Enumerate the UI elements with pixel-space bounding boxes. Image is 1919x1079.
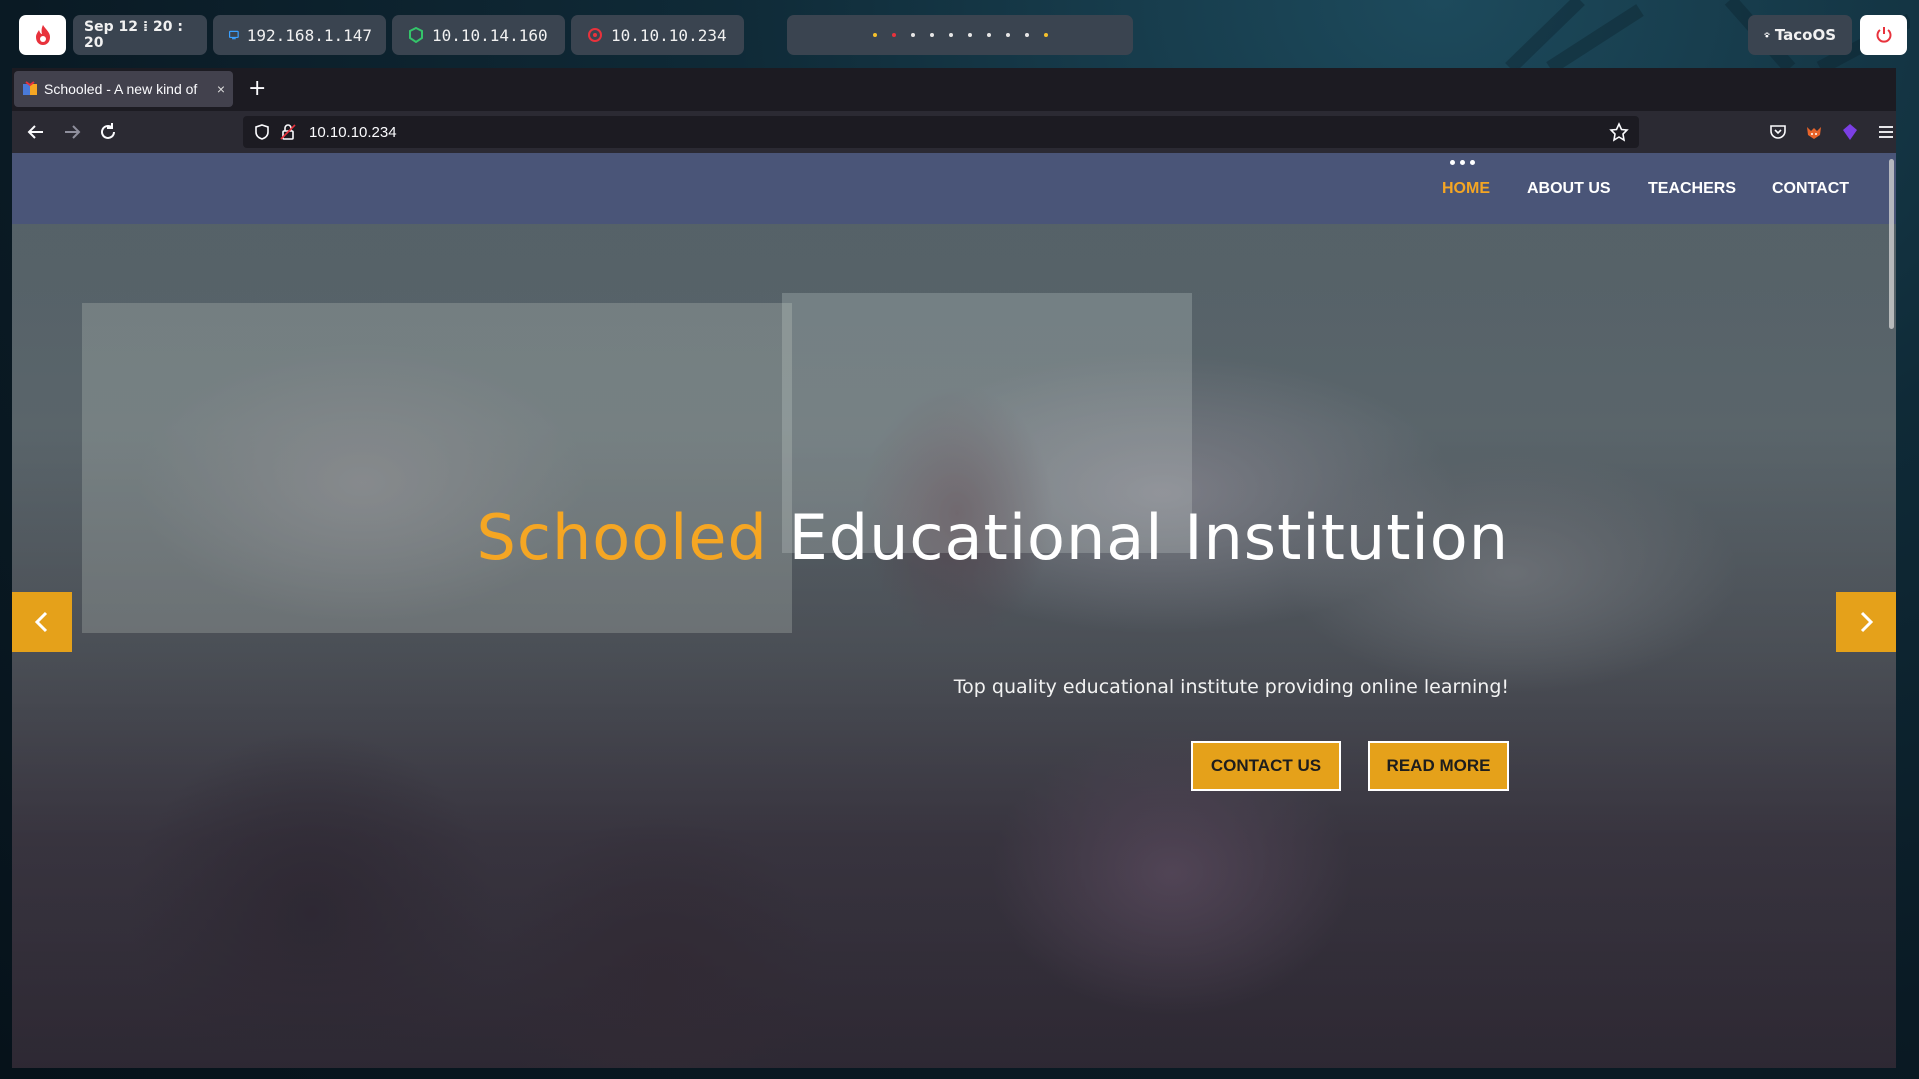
workspace-dot-2[interactable] [891, 33, 896, 37]
pocket-icon[interactable] [1768, 122, 1788, 142]
bookmark-star-icon[interactable] [1609, 122, 1629, 142]
workspace-dot-3[interactable] [910, 33, 915, 37]
hamburger-menu-icon[interactable] [1876, 122, 1896, 142]
site-navbar: HOME ABOUT US TEACHERS CONTACT [12, 153, 1896, 224]
nav-dots-indicator [1450, 160, 1475, 165]
power-icon [1876, 27, 1891, 43]
tab-title: Schooled - A new kind of [44, 81, 198, 97]
flame-icon [35, 25, 50, 45]
url-text: 10.10.10.234 [309, 123, 397, 141]
hero-title: Schooled Educational Institution [12, 501, 1509, 574]
workspace-dot-5[interactable] [948, 33, 953, 37]
page-scrollbar[interactable] [1887, 155, 1896, 1065]
os-menu-button[interactable]: TacoOS [1748, 15, 1852, 55]
nav-link-teachers[interactable]: TEACHERS [1648, 180, 1736, 198]
workspace-dot-10[interactable] [1043, 33, 1048, 37]
forward-arrow-icon[interactable] [61, 121, 83, 143]
vpn-shield-icon [409, 27, 423, 43]
host-ip-widget[interactable]: 192.168.1.147 [213, 15, 386, 55]
browser-toolbar: 10.10.10.234 [12, 111, 1896, 153]
reload-icon[interactable] [97, 121, 119, 143]
hero-subtitle: Top quality educational institute provid… [953, 676, 1509, 698]
hero-title-rest: Educational Institution [788, 501, 1509, 574]
browser-tab-active[interactable]: Schooled - A new kind of × [14, 71, 233, 107]
target-ip-text: 10.10.10.234 [611, 25, 727, 45]
nav-link-contact[interactable]: CONTACT [1772, 180, 1849, 198]
os-name: TacoOS [1774, 26, 1836, 44]
power-button[interactable] [1860, 15, 1907, 55]
scrollbar-thumb[interactable] [1889, 159, 1894, 329]
tab-strip: Schooled - A new kind of × + [12, 68, 1896, 111]
workspace-dot-9[interactable] [1024, 33, 1029, 37]
desktop-top-bar: Sep 12 ⁞ 20 : 20 192.168.1.147 10.10.14.… [0, 0, 1919, 68]
read-more-button[interactable]: READ MORE [1368, 741, 1509, 791]
new-tab-button[interactable]: + [248, 76, 266, 101]
monitor-icon [229, 30, 239, 40]
nav-link-about-us[interactable]: ABOUT US [1527, 180, 1611, 198]
workspace-dot-7[interactable] [986, 33, 991, 37]
nav-link-home[interactable]: HOME [1442, 180, 1490, 198]
workspace-dot-4[interactable] [929, 33, 934, 37]
clock-text: Sep 12 ⁞ 20 : 20 [84, 19, 183, 51]
workspace-dot-1[interactable] [872, 33, 877, 37]
workspace-dot-6[interactable] [967, 33, 972, 37]
page-viewport: HOME ABOUT US TEACHERS CONTACT Schooled … [12, 153, 1896, 1068]
workspace-switcher[interactable] [787, 15, 1133, 55]
vpn-ip-widget[interactable]: 10.10.14.160 [392, 15, 565, 55]
tab-close-button[interactable]: × [217, 81, 225, 97]
vpn-ip-text: 10.10.14.160 [432, 25, 548, 45]
tracking-shield-icon[interactable] [253, 123, 271, 141]
chevron-right-icon [1860, 611, 1874, 633]
insecure-lock-icon[interactable] [279, 123, 297, 141]
host-ip-text: 192.168.1.147 [246, 25, 372, 45]
clock-widget: Sep 12 ⁞ 20 : 20 [73, 15, 207, 55]
hero-title-accent: Schooled [476, 501, 768, 574]
wappalyzer-extension-icon[interactable] [1840, 122, 1860, 142]
workspace-dot-8[interactable] [1005, 33, 1010, 37]
foxyproxy-extension-icon[interactable] [1804, 122, 1824, 142]
hero-background-image [12, 153, 1896, 1068]
app-launcher-button[interactable] [19, 15, 66, 55]
carousel-prev-button[interactable] [12, 592, 72, 652]
target-icon [588, 28, 602, 42]
contact-us-button[interactable]: CONTACT US [1191, 741, 1341, 791]
site-favicon-icon [23, 81, 37, 95]
paw-icon [1764, 32, 1770, 38]
back-arrow-icon[interactable] [25, 121, 47, 143]
url-bar[interactable]: 10.10.10.234 [243, 116, 1639, 148]
whiteboard-left [82, 303, 792, 633]
target-ip-widget[interactable]: 10.10.10.234 [571, 15, 744, 55]
chevron-left-icon [34, 611, 48, 633]
browser-window: Schooled - A new kind of × + 10.10.10.23… [12, 68, 1896, 1068]
